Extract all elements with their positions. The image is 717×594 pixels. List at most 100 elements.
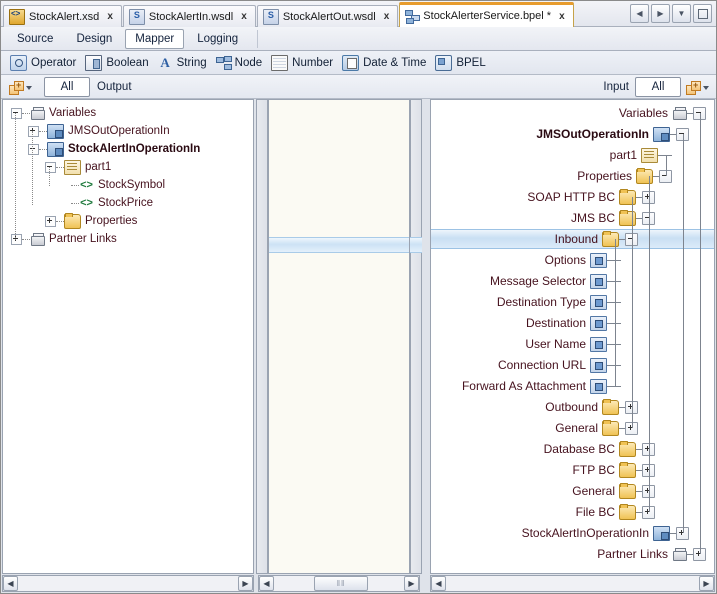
tree-row[interactable]: Connection URL xyxy=(431,355,714,375)
arrow-icon: ▶ xyxy=(657,8,664,18)
scroll-right-button[interactable]: ▶ xyxy=(404,576,419,591)
palette-item-date-time[interactable]: Date & Time xyxy=(342,54,426,71)
tree-row[interactable]: JMSOutOperationIn xyxy=(28,122,170,140)
tree-row-label: Variables xyxy=(49,107,97,119)
tree-row[interactable]: Properties xyxy=(431,166,714,186)
scroll-track[interactable]: ‖‖ xyxy=(274,576,404,591)
tree-connector xyxy=(607,385,621,387)
tree-row[interactable]: Message Selector xyxy=(431,271,714,291)
scroll-tabs-right-button[interactable]: ▶ xyxy=(651,4,670,23)
tree-connector xyxy=(607,301,621,303)
tree-row[interactable]: File BC xyxy=(431,502,714,522)
scroll-thumb[interactable]: ‖‖ xyxy=(314,576,368,591)
right-canvas-gutter[interactable] xyxy=(410,99,422,574)
scroll-right-button[interactable]: ▶ xyxy=(699,576,714,591)
tree-row[interactable]: Variables xyxy=(11,104,96,122)
scroll-left-button[interactable]: ◀ xyxy=(431,576,446,591)
input-tree-hscrollbar[interactable]: ◀ ▶ xyxy=(430,575,715,592)
output-label: Output xyxy=(97,81,132,93)
scroll-tabs-left-button[interactable]: ◀ xyxy=(630,4,649,23)
tree-row[interactable]: JMSOutOperationIn xyxy=(431,124,714,144)
mapping-canvas[interactable] xyxy=(268,99,410,574)
tab-list-dropdown-button[interactable]: ▼ xyxy=(672,4,691,23)
maximize-editor-button[interactable] xyxy=(693,4,712,23)
output-scope-select[interactable]: All xyxy=(44,77,90,97)
tree-row[interactable]: part1 xyxy=(431,145,714,165)
file-tab[interactable]: StockAlertOut.wsdl x xyxy=(256,5,399,27)
tree-connector xyxy=(658,154,672,156)
leaf-property-icon xyxy=(590,378,607,394)
tab-nav-buttons: ◀ ▶ ▼ xyxy=(630,4,712,23)
close-tab-icon[interactable]: x xyxy=(239,11,249,22)
tree-row[interactable]: Options xyxy=(431,250,714,270)
palette-item-boolean[interactable]: Boolean xyxy=(85,54,149,71)
tab-source[interactable]: Source xyxy=(7,29,63,49)
tree-row[interactable]: General xyxy=(431,481,714,501)
tree-connector xyxy=(71,184,79,186)
file-tab[interactable]: StockAlertIn.wsdl x xyxy=(122,5,256,27)
tree-row[interactable]: User Name xyxy=(431,334,714,354)
scroll-left-button[interactable]: ◀ xyxy=(259,576,274,591)
tree-expander-plus[interactable] xyxy=(11,233,22,245)
file-tab[interactable]: StockAlerterService.bpel * x xyxy=(399,2,574,27)
tree-expander-minus[interactable] xyxy=(45,161,56,173)
scroll-track[interactable] xyxy=(446,576,699,591)
file-tab[interactable]: StockAlert.xsd x xyxy=(3,5,122,27)
chevron-down-icon xyxy=(26,85,32,90)
tree-row[interactable]: part1 xyxy=(45,158,111,176)
tree-row[interactable]: Variables xyxy=(431,103,714,123)
scroll-track[interactable] xyxy=(18,576,238,591)
tab-mapper[interactable]: Mapper xyxy=(125,28,185,49)
tree-row[interactable]: <> StockPrice xyxy=(62,194,153,212)
tree-expander-plus[interactable] xyxy=(28,125,39,137)
tree-row-label: part1 xyxy=(609,148,637,162)
tree-row[interactable]: Partner Links xyxy=(11,230,117,248)
tree-row-label: Database BC xyxy=(543,442,615,456)
tree-expander-plus[interactable] xyxy=(45,215,56,227)
io-filter-toolbar: + All Output Input All + xyxy=(1,75,716,99)
tab-logging[interactable]: Logging xyxy=(187,29,248,49)
canvas-hscrollbar[interactable]: ◀ ‖‖ ▶ xyxy=(258,575,420,592)
tree-row-label: part1 xyxy=(85,161,112,173)
tree-row[interactable]: Properties xyxy=(45,212,137,230)
input-tree-panel[interactable]: Variables JMSOutOperationIn part1 Propertie… xyxy=(430,99,715,574)
tree-row[interactable]: Inbound xyxy=(431,229,714,249)
close-tab-icon[interactable]: x xyxy=(105,11,115,22)
tree-row[interactable]: Forward As Attachment xyxy=(431,376,714,396)
tree-expander-minus[interactable] xyxy=(11,107,22,119)
tree-row[interactable]: FTP BC xyxy=(431,460,714,480)
tab-design[interactable]: Design xyxy=(66,29,122,49)
add-input-button[interactable]: + xyxy=(686,79,712,96)
tree-row[interactable]: Database BC xyxy=(431,439,714,459)
tree-row-label: General xyxy=(555,421,598,435)
scroll-left-button[interactable]: ◀ xyxy=(3,576,18,591)
palette-item-bpel[interactable]: BPEL xyxy=(435,54,486,71)
editor-view-tabs: Source Design Mapper Logging xyxy=(1,27,716,51)
tree-row[interactable]: StockAlertInOperationIn xyxy=(431,523,714,543)
tree-row[interactable]: StockAlertInOperationIn xyxy=(28,140,200,158)
tree-row[interactable]: <> StockSymbol xyxy=(62,176,165,194)
palette-item-string[interactable]: A String xyxy=(158,54,206,70)
output-tree-hscrollbar[interactable]: ◀ ▶ xyxy=(2,575,254,592)
tree-row[interactable]: Outbound xyxy=(431,397,714,417)
string-icon: A xyxy=(160,54,170,70)
scroll-right-button[interactable]: ▶ xyxy=(238,576,253,591)
palette-item-node[interactable]: Node xyxy=(215,55,262,70)
palette-item-operator[interactable]: Operator xyxy=(10,54,76,71)
output-tree-panel[interactable]: Variables JMSOutOperationIn StockAlertInOp… xyxy=(2,99,254,574)
palette-item-number[interactable]: Number xyxy=(271,54,333,71)
tree-row[interactable]: Destination Type xyxy=(431,292,714,312)
tree-connector xyxy=(683,134,684,533)
close-tab-icon[interactable]: x xyxy=(382,11,392,22)
tree-row[interactable]: Destination xyxy=(431,313,714,333)
tree-row[interactable]: Partner Links xyxy=(431,544,714,564)
input-scope-select[interactable]: All xyxy=(635,77,681,97)
add-output-button[interactable]: + xyxy=(9,79,35,96)
tree-row[interactable]: JMS BC xyxy=(431,208,714,228)
close-tab-icon[interactable]: x xyxy=(557,11,567,22)
left-canvas-gutter[interactable] xyxy=(256,99,268,574)
tree-expander-minus[interactable] xyxy=(28,143,39,155)
tree-row[interactable]: General xyxy=(431,418,714,438)
message-icon xyxy=(653,126,670,142)
tree-row[interactable]: SOAP HTTP BC xyxy=(431,187,714,207)
